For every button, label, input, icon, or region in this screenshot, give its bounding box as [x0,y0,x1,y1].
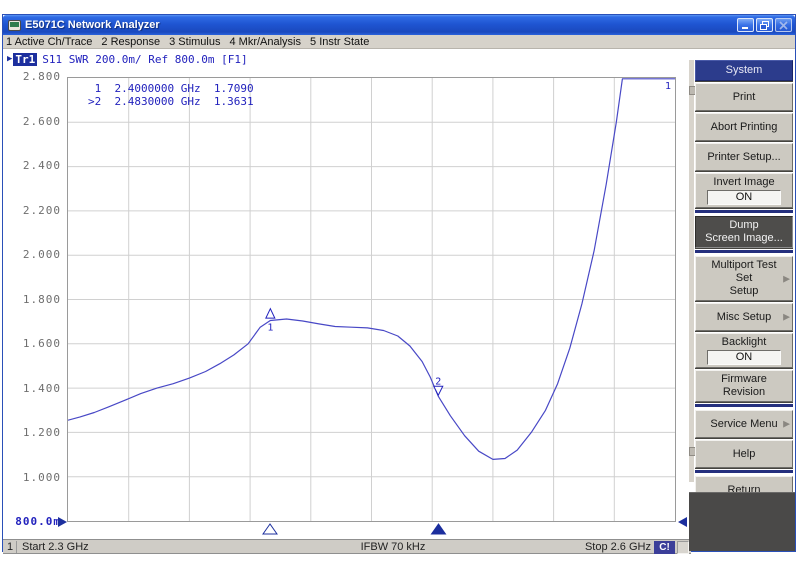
softkey-label: Revision [723,386,765,399]
start-frequency-label: Start 2.3 GHz [22,541,89,553]
marker-readout-line: >2 2.4830000 GHz 1.3631 [88,95,254,108]
swr-trace-plot: 1 1 2 [68,78,675,521]
softkey-column: System Print Abort Printing Printer Setup..… [694,60,794,506]
softkey-help[interactable]: Help [695,440,793,468]
active-marker-stimulus-icon[interactable] [431,524,445,534]
softkey-abort-printing[interactable]: Abort Printing [695,113,793,141]
softkey-invert-image[interactable]: Invert ImageON [695,173,793,208]
y-axis-tick-label: 1.400 [3,382,61,395]
y-axis-tick-label: 1.600 [3,337,61,350]
menu-bar: 1 Active Ch/Trace 2 Response 3 Stimulus 4 M… [3,35,795,49]
close-icon [779,21,788,30]
softkey-group-separator [695,404,793,407]
restore-icon [760,21,769,30]
window-title: E5071C Network Analyzer [25,19,737,31]
marker-triangle-icon [266,309,275,319]
y-axis-tick-label: 2.600 [3,115,61,128]
softkey-label: Misc Setup [717,311,771,324]
softkey-backlight[interactable]: BacklightON [695,333,793,368]
softkey-printer-setup[interactable]: Printer Setup... [695,143,793,171]
softkey-label: Dump [729,219,758,232]
softkey-service-menu[interactable]: Service Menu ▶ [695,410,793,438]
softkey-label: Service Menu [710,418,777,431]
softkey-print[interactable]: Print [695,83,793,111]
window-controls [737,18,792,32]
cal-status-badge: C! [654,541,675,554]
y-axis-reference-label: 800.0m [3,515,61,528]
screenshot-page: E5071C Network Analyzer 1 Ac [0,0,800,567]
menu-item[interactable]: 1 Active Ch/Trace [6,36,92,48]
softkey-label: Backlight [722,336,767,349]
channel-number: 1 [4,541,17,553]
softkey-label: Help [733,448,756,461]
sidebar-filler [689,492,795,551]
stimulus-marker-strip [67,523,676,537]
minimize-button[interactable] [737,18,754,32]
app-window: E5071C Network Analyzer 1 Ac [2,14,796,552]
marker-readout: 1 2.4000000 GHz 1.7090>2 2.4830000 GHz 1… [88,82,254,108]
active-marker-triangle-icon [434,386,443,395]
restore-button[interactable] [756,18,773,32]
y-axis-tick-label: 2.400 [3,159,61,172]
trace-status-line: ▶ Tr1 S11 SWR 200.0m/ Ref 800.0m [F1] [7,52,248,66]
active-trace-pointer-icon: ▶ [7,54,12,64]
menu-item[interactable]: 3 Stimulus [169,36,220,48]
softkey-label: Firmware [721,373,767,386]
y-axis-tick-label: 2.800 [3,70,61,83]
trace-parameters-text: S11 SWR 200.0m/ Ref 800.0m [F1] [42,53,247,66]
status-bar: 1 Start 2.3 GHz IFBW 70 kHz Stop 2.6 GHz… [3,539,691,554]
menu-item[interactable]: 2 Response [101,36,160,48]
softkey-label: Abort Printing [711,121,778,134]
softkey-label: Multiport Test Set [702,259,786,285]
marker-stimulus-icon[interactable] [263,524,277,534]
y-axis-tick-label: 2.200 [3,204,61,217]
submenu-arrow-icon: ▶ [783,272,790,285]
active-marker-number: 2 [435,376,441,387]
title-bar[interactable]: E5071C Network Analyzer [3,15,795,35]
softkey-label: Printer Setup... [707,151,780,164]
marker-readout-line: 1 2.4000000 GHz 1.7090 [88,82,254,95]
client-area: ▶ Tr1 S11 SWR 200.0m/ Ref 800.0m [F1] 11… [3,50,795,551]
softkey-dump-screen-image[interactable]: DumpScreen Image... [695,216,793,248]
submenu-arrow-icon: ▶ [783,311,790,324]
menu-item[interactable]: 4 Mkr/Analysis [229,36,301,48]
softkey-label: Screen Image... [705,232,783,245]
minimize-icon [741,21,750,29]
softkey-toggle-state: ON [707,350,781,365]
softkey-multiport-test-set-setup[interactable]: Multiport Test SetSetup ▶ [695,256,793,301]
softkey-label: Invert Image [713,176,774,189]
submenu-arrow-icon: ▶ [783,418,790,431]
ifbw-label: IFBW 70 kHz [303,541,483,553]
y-axis-tick-label: 1.200 [3,426,61,439]
status-bar-end-cell [677,541,689,554]
app-icon [8,20,21,31]
softkey-group-separator [695,470,793,473]
y-axis-tick-label: 1.000 [3,471,61,484]
softkey-label: Setup [730,285,759,298]
plot-area[interactable]: 1 1 2 1 2.4000000 GHz 1.7090>2 2.4830000 G… [67,77,676,522]
trace-badge[interactable]: Tr1 [13,53,37,66]
marker-number: 1 [267,323,273,334]
menu-item[interactable]: 5 Instr State [310,36,369,48]
trace-end-number: 1 [665,81,671,92]
softkey-misc-setup[interactable]: Misc Setup ▶ [695,303,793,331]
softkey-group-separator [695,250,793,253]
close-button[interactable] [775,18,792,32]
y-axis-tick-label: 1.800 [3,293,61,306]
softkey-toggle-state: ON [707,190,781,205]
softkey-firmware-revision[interactable]: FirmwareRevision [695,370,793,402]
softkey-sidebar: System Print Abort Printing Printer Setup..… [689,50,795,551]
reference-level-left-icon [58,517,67,527]
softkey-label: Print [733,91,756,104]
stop-frequency-label: Stop 2.6 GHz [585,541,651,553]
softkey-group-separator [695,210,793,213]
softkey-menu-title: System [695,60,793,81]
y-axis-tick-label: 2.000 [3,248,61,261]
reference-level-right-icon [678,517,687,527]
